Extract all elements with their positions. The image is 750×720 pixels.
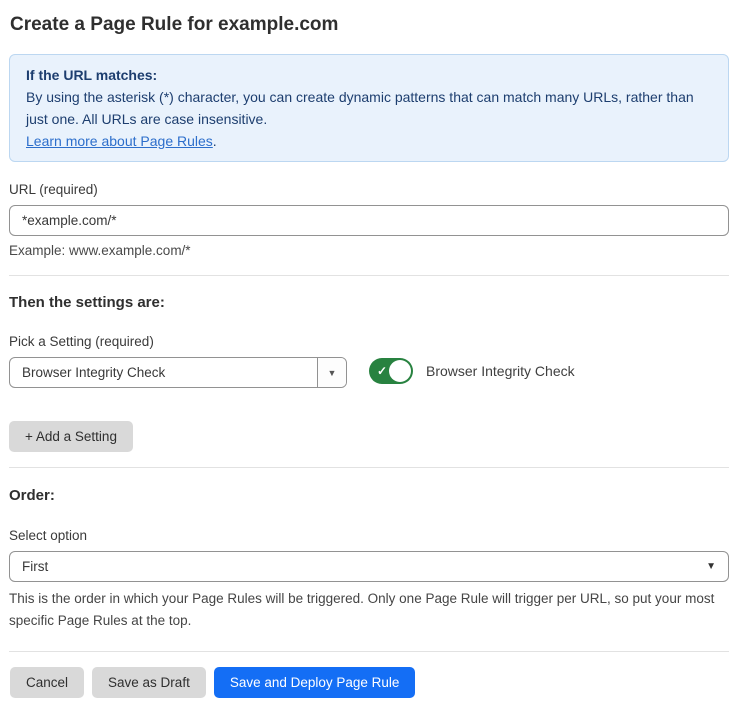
url-input[interactable] [9,205,729,236]
url-match-info-box: If the URL matches: By using the asteris… [9,54,729,162]
chevron-down-icon[interactable]: ▼ [317,358,346,387]
setting-toggle-group: ✓ Browser Integrity Check [369,358,575,384]
url-label: URL (required) [9,182,729,198]
info-box-heading: If the URL matches: [26,64,712,86]
order-help-text: This is the order in which your Page Rul… [9,588,729,632]
save-draft-button[interactable]: Save as Draft [92,667,206,698]
add-setting-button[interactable]: + Add a Setting [9,421,133,452]
learn-more-link[interactable]: Learn more about Page Rules [26,133,213,149]
divider [9,275,729,276]
create-page-rule-form: Create a Page Rule for example.com If th… [0,0,750,698]
url-example-hint: Example: www.example.com/* [9,243,729,259]
order-select-label: Select option [9,528,729,544]
setting-picker-label: Pick a Setting (required) [9,334,347,350]
info-box-link-line: Learn more about Page Rules. [26,130,712,152]
divider [9,467,729,468]
setting-dropdown[interactable]: Browser Integrity Check ▼ [9,357,347,388]
page-title: Create a Page Rule for example.com [10,13,729,36]
footer-actions: Cancel Save as Draft Save and Deploy Pag… [10,667,729,698]
chevron-down-icon: ▼ [706,561,716,572]
setting-row: Pick a Setting (required) Browser Integr… [9,312,729,388]
setting-picker-column: Pick a Setting (required) Browser Integr… [9,312,347,388]
setting-toggle[interactable]: ✓ [369,358,413,384]
order-select[interactable]: First ▼ [9,551,729,582]
cancel-button[interactable]: Cancel [10,667,84,698]
settings-heading: Then the settings are: [9,294,729,312]
link-suffix: . [213,133,217,149]
divider [9,651,729,652]
toggle-knob [389,360,411,382]
info-box-body: By using the asterisk (*) character, you… [26,86,712,130]
check-icon: ✓ [377,365,387,377]
order-select-value: First [22,559,48,574]
setting-dropdown-value: Browser Integrity Check [10,358,317,387]
setting-toggle-label: Browser Integrity Check [426,363,575,379]
order-heading: Order: [9,487,729,505]
save-deploy-button[interactable]: Save and Deploy Page Rule [214,667,416,698]
